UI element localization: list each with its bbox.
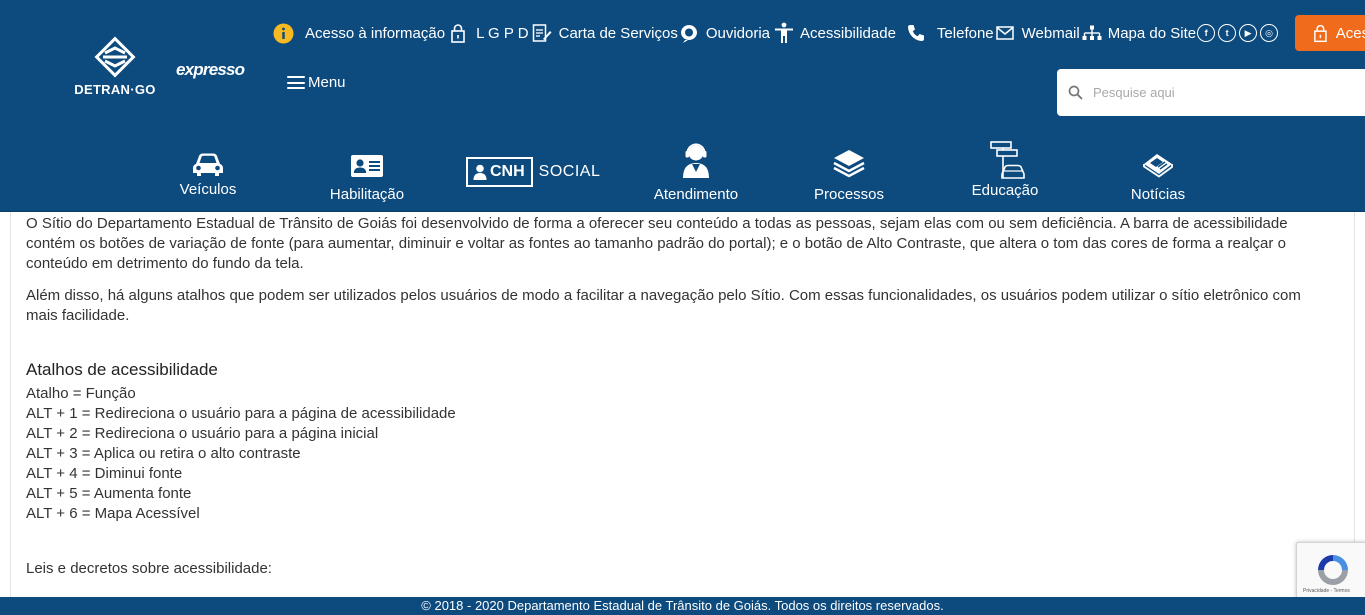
social-text: SOCIAL: [538, 163, 601, 180]
category-atendimento[interactable]: Atendimento: [650, 140, 742, 203]
category-label: Atendimento: [653, 186, 739, 203]
footer: © 2018 - 2020 Departamento Estadual de T…: [0, 597, 1365, 615]
document-edit-icon: [531, 22, 553, 44]
top-links: Acesso à informação L G P D Carta de Ser…: [272, 20, 1281, 46]
cnh-badge: CNH: [466, 157, 533, 187]
top-link-carta-servicos[interactable]: Carta de Serviços: [531, 22, 678, 44]
detran-diamond-icon: [94, 36, 136, 78]
person-icon: [473, 164, 487, 180]
recaptcha-badge[interactable]: Privacidade - Termos: [1296, 542, 1365, 599]
youtube-icon[interactable]: ▶: [1239, 24, 1258, 42]
top-link-label: Carta de Serviços: [558, 24, 678, 42]
top-link-acessibilidade[interactable]: Acessibilidade: [773, 22, 896, 44]
category-label: Processos: [813, 186, 885, 203]
category-habilitacao[interactable]: Habilitação: [326, 140, 408, 203]
category-nav: Veículos Habilitação CNH SOCIAL Atendime…: [0, 140, 1365, 208]
recaptcha-text[interactable]: Privacidade - Termos: [1303, 588, 1350, 594]
shortcut-item: ALT + 4 = Diminui fonte: [26, 465, 183, 482]
car-icon: [188, 140, 228, 178]
shortcut-item: Atalho = Função: [26, 385, 136, 402]
instagram-icon[interactable]: ◎: [1260, 24, 1279, 42]
top-link-mapa-site[interactable]: Mapa do Site: [1081, 22, 1196, 44]
top-link-label: Ouvidoria: [705, 24, 771, 42]
accessibility-content: O Sítio do Departamento Estadual de Trân…: [26, 214, 1336, 591]
category-label: Notícias: [1130, 186, 1186, 203]
acesso-button[interactable]: Acesso: [1295, 15, 1365, 51]
facebook-icon[interactable]: f: [1197, 24, 1216, 42]
top-link-lgpd[interactable]: L G P D: [447, 22, 529, 44]
cnh-text: CNH: [490, 163, 525, 180]
speech-bubble-icon: [678, 22, 700, 44]
shortcut-item: ALT + 6 = Mapa Acessível: [26, 505, 200, 522]
top-link-label: Acesso à informação: [305, 24, 446, 42]
shortcut-item: ALT + 5 = Aumenta fonte: [26, 485, 192, 502]
acesso-button-label: Acesso: [1335, 24, 1365, 42]
category-veiculos[interactable]: Veículos: [177, 140, 239, 198]
laws-label: Leis e decretos sobre acessibilidade:: [26, 560, 272, 577]
social-links: f t ▶ ◎: [1197, 24, 1281, 42]
shortcut-item: ALT + 2 = Redireciona o usuário para a p…: [26, 425, 379, 442]
info-icon: [272, 22, 294, 44]
category-label: Habilitação: [329, 186, 405, 203]
shortcut-item: ALT + 1 = Redireciona o usuário para a p…: [26, 405, 456, 422]
category-label: Veículos: [179, 181, 237, 198]
copyright-text: © 2018 - 2020 Departamento Estadual de T…: [421, 598, 944, 613]
recaptcha-icon: [1318, 555, 1348, 585]
sitemap-icon: [1081, 22, 1103, 44]
newspaper-icon: [1138, 140, 1178, 178]
detran-logo-text: DETRAN·GO: [74, 82, 156, 97]
category-label: Educação: [971, 182, 1039, 199]
agent-icon: [676, 140, 716, 178]
top-link-telefone[interactable]: Telefone: [905, 22, 994, 44]
menu-button[interactable]: Menu: [287, 74, 346, 91]
hamburger-icon: [287, 76, 305, 89]
search-input[interactable]: [1093, 85, 1343, 100]
detran-logo[interactable]: DETRAN·GO: [70, 36, 160, 98]
shortcuts-heading: Atalhos de acessibilidade: [26, 360, 218, 379]
cnh-social-link[interactable]: CNH SOCIAL: [466, 157, 600, 187]
search-icon[interactable]: [1068, 85, 1083, 100]
menu-label: Menu: [308, 74, 346, 91]
phone-icon: [905, 22, 927, 44]
site-header: DETRAN·GO expresso Acesso à informação L…: [0, 0, 1365, 212]
id-card-icon: [347, 140, 387, 178]
category-noticias[interactable]: Notícias: [1128, 140, 1188, 203]
shortcut-list: Atalho = Função ALT + 1 = Redireciona o …: [26, 384, 1336, 524]
twitter-icon[interactable]: t: [1218, 24, 1237, 42]
top-link-label: Acessibilidade: [800, 24, 896, 42]
top-link-label: Mapa do Site: [1107, 24, 1197, 42]
stack-icon: [829, 140, 869, 178]
top-link-ouvidoria[interactable]: Ouvidoria: [678, 22, 770, 44]
top-link-acesso-informacao[interactable]: Acesso à informação: [272, 22, 445, 44]
top-link-label: L G P D: [476, 24, 529, 42]
category-educacao[interactable]: Educação: [969, 140, 1041, 199]
top-link-webmail[interactable]: Webmail: [994, 22, 1080, 44]
lock-icon: [447, 22, 469, 44]
top-link-label: Telefone: [936, 24, 994, 42]
shortcut-item: ALT + 3 = Aplica ou retira o alto contra…: [26, 445, 301, 462]
lock-icon: [1314, 24, 1327, 43]
mail-icon: [994, 22, 1016, 44]
top-link-label: Webmail: [1021, 24, 1080, 42]
traffic-sign-icon: [985, 140, 1025, 180]
shortcuts-paragraph: Além disso, há alguns atalhos que podem …: [26, 287, 1301, 324]
accessibility-icon: [773, 22, 795, 44]
intro-paragraph: O Sítio do Departamento Estadual de Trân…: [26, 215, 1288, 272]
expresso-logo[interactable]: expresso: [176, 60, 245, 80]
category-processos[interactable]: Processos: [813, 140, 885, 203]
search-box: [1057, 69, 1365, 116]
